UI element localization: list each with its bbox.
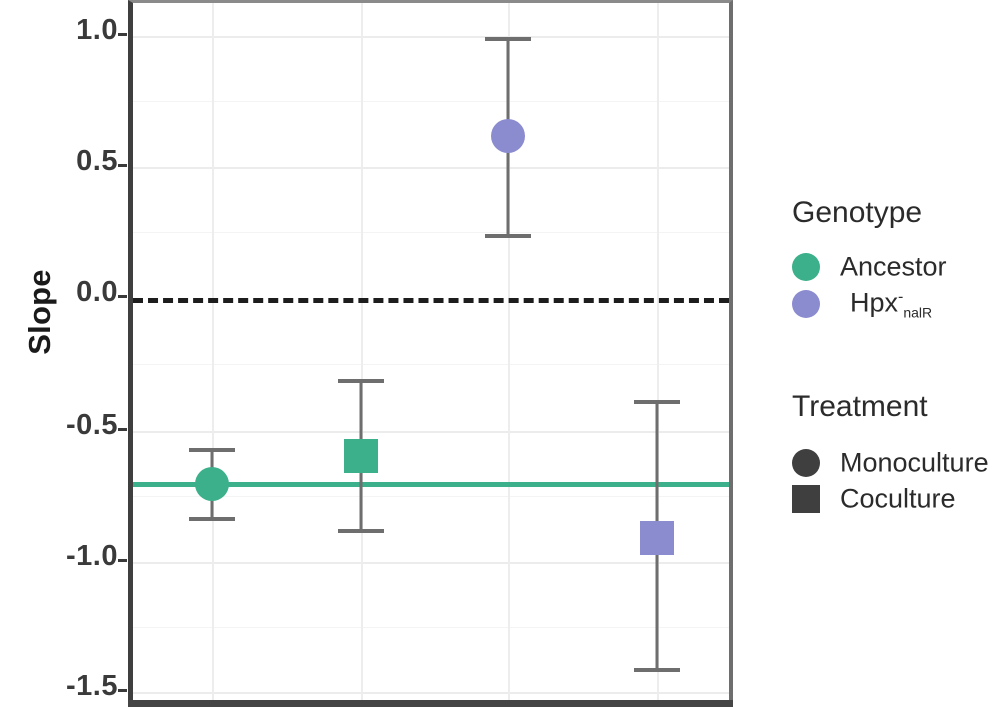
error-bar-cap-lower	[189, 517, 235, 521]
legend-label: Coculture	[840, 483, 956, 514]
y-tick-label: 0.0	[76, 276, 118, 308]
plot-panel	[128, 0, 733, 700]
error-bar-cap-upper	[338, 379, 384, 383]
y-tick-label: -1.5	[66, 670, 118, 702]
y-tick-mark	[118, 559, 127, 562]
error-bar-cap-upper	[634, 400, 680, 404]
gridline-vertical	[212, 3, 214, 700]
data-point-hpx-coculture	[640, 521, 674, 555]
y-tick-mark	[118, 295, 127, 298]
error-bar-cap-lower	[338, 529, 384, 533]
gridline-major	[133, 36, 729, 38]
data-point-hpx-monoculture	[491, 119, 525, 153]
gridline-major	[133, 431, 729, 433]
gridline-minor	[133, 101, 729, 103]
error-bar-cap-upper	[189, 448, 235, 452]
gridline-minor	[133, 232, 729, 234]
y-tick-label: 1.0	[76, 14, 118, 46]
legend-label-superscript: -	[898, 288, 904, 306]
data-point-ancestor-monoculture	[195, 467, 229, 501]
error-bar-cap-lower	[485, 234, 531, 238]
gridline-vertical	[361, 3, 363, 700]
plot-area	[133, 3, 729, 700]
data-point-ancestor-coculture	[344, 439, 378, 473]
legend-label: Ancestor	[840, 251, 947, 282]
chart-figure: Slope 1.0 0.5 0.0 -0.5 -1.0 -1.5 Genotyp…	[0, 0, 1000, 707]
y-tick-label: 0.5	[76, 145, 118, 177]
zero-reference-line	[133, 298, 729, 303]
legend-title-treatment: Treatment	[792, 390, 928, 423]
y-tick-label: -1.0	[66, 540, 118, 572]
error-bar-cap-lower	[634, 668, 680, 672]
y-tick-label: -0.5	[66, 409, 118, 441]
gridline-major	[133, 562, 729, 564]
panel-bottom-edge	[128, 700, 733, 707]
legend-label: Hpx-nalR	[850, 287, 932, 320]
y-axis-ticks: 1.0 0.5 0.0 -0.5 -1.0 -1.5	[0, 0, 127, 707]
y-tick-mark	[118, 689, 127, 692]
legend-key-circle-icon	[792, 449, 820, 477]
chart-legend: Genotype Ancestor Hpx-nalR Treatment Mon…	[760, 0, 1000, 707]
gridline-major	[133, 167, 729, 169]
legend-title-genotype: Genotype	[792, 196, 923, 229]
error-bar-cap-upper	[485, 37, 531, 41]
legend-label-base: Hpx	[850, 287, 899, 318]
gridline-minor	[133, 627, 729, 629]
y-tick-mark	[118, 428, 127, 431]
y-tick-mark	[118, 33, 127, 36]
legend-label-subscript: nalR	[903, 304, 933, 321]
legend-label: Monoculture	[840, 447, 989, 478]
legend-key-square-icon	[792, 485, 820, 513]
gridline-major	[133, 692, 729, 694]
gridline-minor	[133, 364, 729, 366]
legend-key-circle-icon	[792, 253, 820, 281]
legend-key-circle-icon	[792, 290, 820, 318]
y-tick-mark	[118, 164, 127, 167]
